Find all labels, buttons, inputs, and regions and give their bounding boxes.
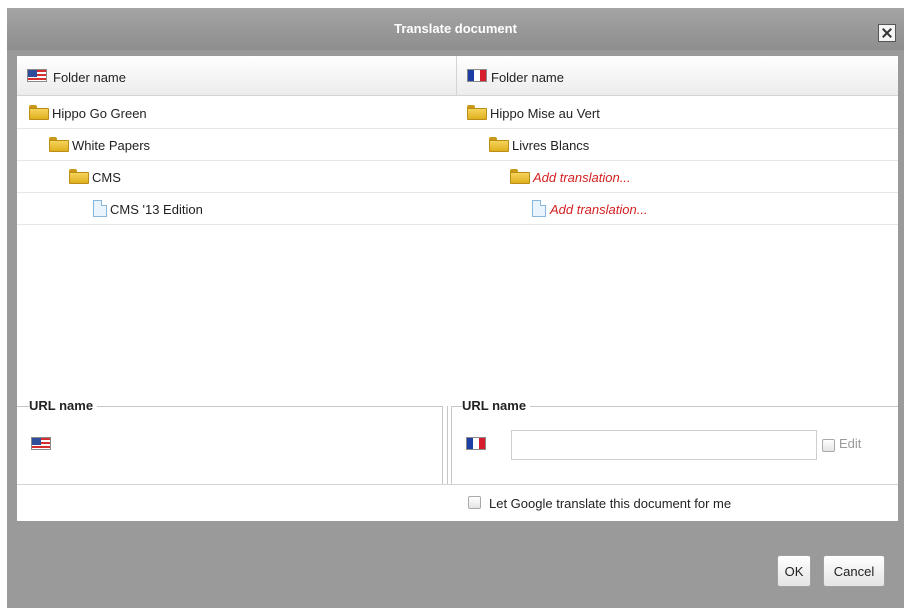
folder-icon	[467, 105, 487, 120]
add-translation-link[interactable]: Add translation...	[533, 170, 631, 185]
tree-row-target[interactable]: Add translation...	[457, 193, 898, 225]
fieldset-divider	[447, 406, 448, 484]
folder-icon	[489, 137, 509, 152]
tree-item-label: CMS '13 Edition	[110, 202, 203, 217]
translation-panel: Folder name Folder name Hippo Go Green W…	[17, 56, 898, 521]
column-header-target[interactable]: Folder name	[457, 56, 898, 96]
folder-icon	[49, 137, 69, 152]
fr-flag-icon	[467, 69, 487, 82]
tree-row-source[interactable]: CMS	[17, 161, 457, 193]
google-translate-label[interactable]: Let Google translate this document for m…	[489, 496, 731, 511]
tree-row-target[interactable]: Hippo Mise au Vert	[457, 97, 898, 129]
tree-row-target[interactable]: Add translation...	[457, 161, 898, 193]
folder-icon	[69, 169, 89, 184]
document-icon	[93, 200, 107, 217]
google-translate-checkbox[interactable]	[468, 496, 481, 509]
ok-button[interactable]: OK	[777, 555, 811, 587]
edit-label: Edit	[839, 436, 862, 451]
tree-item-label: Hippo Mise au Vert	[490, 106, 600, 121]
cancel-button[interactable]: Cancel	[823, 555, 885, 587]
tree-item-label: Hippo Go Green	[52, 106, 147, 121]
dialog-title-bar[interactable]: Translate document	[7, 8, 904, 50]
us-flag-icon	[27, 69, 47, 82]
url-name-fieldset-source: URL name	[17, 398, 443, 484]
url-name-input[interactable]	[511, 430, 817, 460]
dialog-title: Translate document	[394, 21, 517, 36]
tree-row-target[interactable]: Livres Blancs	[457, 129, 898, 161]
column-header-source-label: Folder name	[53, 70, 126, 85]
tree-item-label: CMS	[92, 170, 121, 185]
fr-flag-icon	[466, 437, 486, 450]
us-flag-icon	[31, 437, 51, 450]
url-name-legend: URL name	[29, 398, 98, 413]
url-name-legend: URL name	[462, 398, 531, 413]
translate-dialog: Translate document Folder name Folder na…	[7, 8, 904, 608]
add-translation-link[interactable]: Add translation...	[550, 202, 648, 217]
tree-row-source[interactable]: CMS '13 Edition	[17, 193, 457, 225]
column-header-target-label: Folder name	[491, 70, 564, 85]
folder-icon	[29, 105, 49, 120]
edit-checkbox[interactable]	[822, 439, 835, 452]
column-header-source[interactable]: Folder name	[17, 56, 457, 96]
tree-item-label: Livres Blancs	[512, 138, 590, 153]
close-icon[interactable]	[878, 24, 896, 42]
tree-row-source[interactable]: White Papers	[17, 129, 457, 161]
tree-row-source[interactable]: Hippo Go Green	[17, 97, 457, 129]
folder-icon	[510, 169, 530, 184]
document-icon	[532, 200, 546, 217]
tree-item-label: White Papers	[72, 138, 151, 153]
divider	[17, 484, 898, 485]
